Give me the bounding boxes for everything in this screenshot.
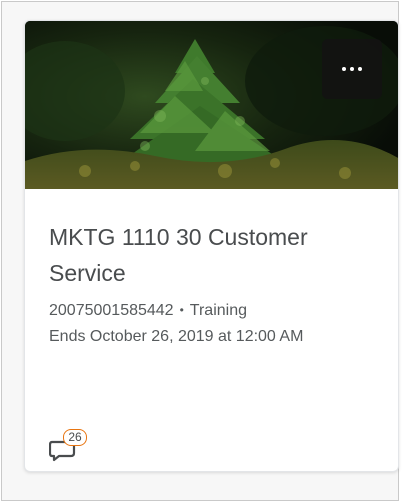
course-end-date: Ends October 26, 2019 at 12:00 AM [49, 328, 304, 345]
course-code: 20075001585442 [49, 302, 174, 319]
notification-count-badge: 26 [63, 429, 87, 446]
course-code-row: 20075001585442 • Training [49, 297, 369, 324]
page-frame: MKTG 1110 30 Customer Service 2007500158… [1, 1, 399, 501]
separator-bullet: • [179, 303, 184, 317]
course-options-button[interactable] [322, 39, 382, 99]
card-body: MKTG 1110 30 Customer Service 2007500158… [25, 189, 398, 350]
course-meta: 20075001585442 • Training Ends October 26,… [49, 297, 369, 350]
course-semester: Training [189, 302, 247, 319]
course-title[interactable]: MKTG 1110 30 Customer Service [49, 219, 381, 291]
discussion-notifications[interactable]: 26 [49, 429, 93, 465]
course-image[interactable] [25, 21, 398, 189]
course-card[interactable]: MKTG 1110 30 Customer Service 2007500158… [24, 20, 399, 472]
more-horizontal-icon [342, 67, 362, 71]
